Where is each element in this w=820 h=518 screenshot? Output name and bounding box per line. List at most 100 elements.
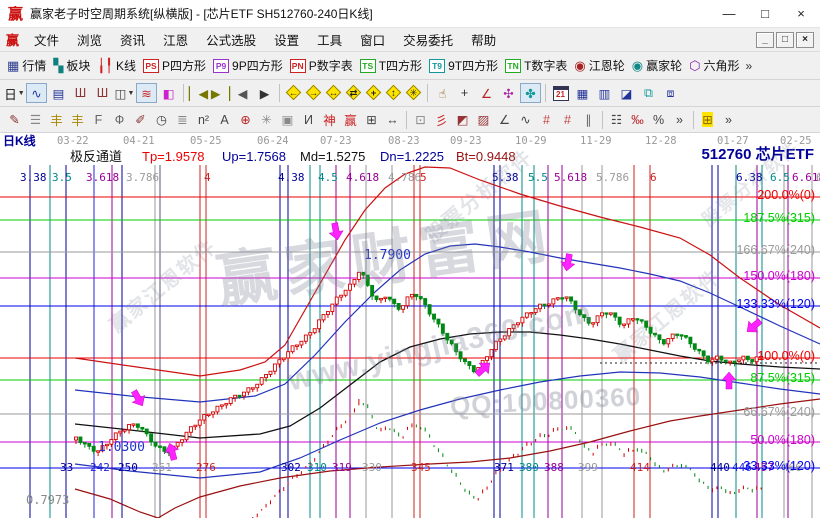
tb3-gann-fan-button[interactable]: 彡 xyxy=(431,110,452,130)
tb1-p-square-button[interactable]: PSP四方形 xyxy=(140,55,209,76)
menu-items: 文件浏览资讯江恩公式选股设置工具窗口交易委托帮助 xyxy=(25,28,505,51)
tb3-shen-tool-button[interactable]: 神 xyxy=(319,110,340,130)
tb1-kline-button[interactable]: ╽╿K线 xyxy=(94,55,139,76)
minimize-button[interactable]: — xyxy=(718,6,740,21)
expand-icon: + xyxy=(371,88,377,99)
tb2-first-bar-button[interactable]: ▏◀ xyxy=(188,83,209,103)
tb2-gann-tool-button[interactable]: ✣ xyxy=(498,83,519,103)
tb2-jump-left-button[interactable]: ← xyxy=(284,83,303,103)
tb2-net-sync-button[interactable]: ⧉ xyxy=(638,83,659,103)
tb2-period-day-button[interactable]: 日▼ xyxy=(4,83,25,103)
tb1-9p-square-button[interactable]: P99P四方形 xyxy=(210,55,286,76)
tb3-hline-tool-button[interactable]: ☰ xyxy=(25,110,46,130)
tb2-last-bar-button[interactable]: ▶▕ xyxy=(210,83,231,103)
tb3-gold-grid-button[interactable]: 丰 xyxy=(46,110,67,130)
tb2-jump-right-button[interactable]: → xyxy=(304,83,323,103)
menu-item-news[interactable]: 资讯 xyxy=(111,28,154,51)
tb1-winner-wheel-button[interactable]: ◉赢家轮 xyxy=(629,55,685,76)
tb2-remote-button[interactable]: ⧈ xyxy=(660,83,681,103)
tb2-jump-both-button[interactable]: ↔ xyxy=(324,83,343,103)
tb1-9t-square-button[interactable]: T99T四方形 xyxy=(426,55,501,76)
tb2-candle-style-button[interactable]: ◫▼ xyxy=(114,83,135,103)
menu-item-stock-picker[interactable]: 公式选股 xyxy=(197,28,265,51)
tb1-overflow-button[interactable]: » xyxy=(746,59,753,73)
menu-item-settings[interactable]: 设置 xyxy=(265,28,308,51)
tb2-center-view-button[interactable]: ✳ xyxy=(404,83,423,103)
separator xyxy=(183,84,184,102)
tb2-next-bar-button[interactable]: ▶ xyxy=(254,83,275,103)
tb2-angle-tool-button[interactable]: ∠ xyxy=(476,83,497,103)
tb2-save-button[interactable]: ◪ xyxy=(616,83,637,103)
tb3-yellow-grid-button[interactable]: ⊞ xyxy=(697,110,718,130)
tb2-swap-view-button[interactable]: ⇄ xyxy=(344,83,363,103)
tb2-prev-bar-button[interactable]: ◀ xyxy=(232,83,253,103)
tb1-quotes-button[interactable]: ▦行情 xyxy=(4,55,49,76)
tb3-red-grid-button[interactable]: # xyxy=(536,110,557,130)
tb2-bars-3-button[interactable]: Ш xyxy=(70,83,91,103)
tb1-t-table-button[interactable]: TNT数字表 xyxy=(502,55,570,76)
menu-item-file[interactable]: 文件 xyxy=(25,28,68,51)
tb2-vertical-fit-button[interactable]: ↕ xyxy=(384,83,403,103)
tb2-memo-button[interactable]: ▥ xyxy=(594,83,615,103)
menu-item-help[interactable]: 帮助 xyxy=(462,28,505,51)
pen-icon: ✎ xyxy=(9,112,19,127)
tb3-price-ruler-button[interactable]: ☷ xyxy=(606,110,627,130)
tb3-permille-button[interactable]: ‰ xyxy=(627,110,648,130)
menu-item-window[interactable]: 窗口 xyxy=(351,28,394,51)
menu-item-trade[interactable]: 交易委托 xyxy=(394,28,462,51)
tb1-sectors-button[interactable]: ▚板块 xyxy=(50,55,93,76)
tb3-parallel-lines-button[interactable]: ∥ xyxy=(578,110,599,130)
tb2-overlay-wave-button[interactable]: ∿ xyxy=(26,83,47,103)
tb1-t-square-button[interactable]: TST四方形 xyxy=(357,55,425,76)
tb2-bars-9-button[interactable]: Ш xyxy=(92,83,113,103)
tb2-calculator-button[interactable]: ▦ xyxy=(572,83,593,103)
tb1-gann-wheel-button[interactable]: ◉江恩轮 xyxy=(571,55,627,76)
tb2-volume-flag-button[interactable]: ◧ xyxy=(158,83,179,103)
tb3-gold-grid-2-button[interactable]: 丰 xyxy=(67,110,88,130)
tb3-percent-button[interactable]: % xyxy=(648,110,669,130)
menu-item-browse[interactable]: 浏览 xyxy=(68,28,111,51)
tb2-hand-tool-button[interactable]: ☝ xyxy=(432,83,453,103)
chart-area[interactable]: 赢家财富网www.yingjia360.comQQ:100800360赢家江恩软… xyxy=(0,133,820,518)
tb1-hexagon-button[interactable]: ⬡六角形 xyxy=(686,55,742,76)
menu-item-gann[interactable]: 江恩 xyxy=(154,28,197,51)
tb3-red-grid-2-button[interactable]: # xyxy=(557,110,578,130)
tb3-zigzag-button[interactable]: ∿ xyxy=(515,110,536,130)
tb3-fan-square-button[interactable]: ▨ xyxy=(473,110,494,130)
mdi-minimize-button[interactable]: _ xyxy=(756,32,774,48)
tb2-f10-info-button[interactable]: ▤ xyxy=(48,83,69,103)
tb2-chip-distribution-button[interactable]: ≋ xyxy=(136,83,157,103)
mdi-close-button[interactable]: × xyxy=(796,32,814,48)
time-clock-icon: ◷ xyxy=(156,112,167,127)
tb3-spiral-button[interactable]: Ф xyxy=(109,110,130,130)
tb3-pen-2-button[interactable]: ✐ xyxy=(130,110,151,130)
tb3-time-clock-button[interactable]: ◷ xyxy=(151,110,172,130)
tb3-pen-button[interactable]: ✎ xyxy=(4,110,25,130)
tb2-crosshair-tool-button[interactable]: + xyxy=(454,83,475,103)
tb3-fan-box-button[interactable]: ◩ xyxy=(452,110,473,130)
tb1-p-table-button[interactable]: PNP数字表 xyxy=(287,55,356,76)
tb3-star-cycle-button[interactable]: ✳ xyxy=(256,110,277,130)
tb3-text-tool-button[interactable]: A xyxy=(214,110,235,130)
tb3-f-ruler-button[interactable]: F xyxy=(88,110,109,130)
tb3-angle-lines-button[interactable]: ∠ xyxy=(494,110,515,130)
tb3-span-measure-button[interactable]: ↔ xyxy=(382,110,403,130)
tb3-square-grid-button[interactable]: ▣ xyxy=(277,110,298,130)
tb2-cycle-tool-button[interactable]: ✤ xyxy=(520,83,541,103)
mdi-restore-button[interactable]: □ xyxy=(776,32,794,48)
tb2-expand-button[interactable]: + xyxy=(364,83,383,103)
price-scale-tick: 5.38 xyxy=(492,172,519,184)
close-button[interactable]: × xyxy=(790,6,812,21)
tb3-more-2-button[interactable]: » xyxy=(718,110,739,130)
tb3-more-1-button[interactable]: » xyxy=(669,110,690,130)
tb3-hatch-lines-button[interactable]: ≣ xyxy=(172,110,193,130)
tb3-ying-tool-button[interactable]: 赢 xyxy=(340,110,361,130)
tb3-gann-frame-button[interactable]: ⊡ xyxy=(410,110,431,130)
menu-item-tools[interactable]: 工具 xyxy=(308,28,351,51)
tb3-n-square-button[interactable]: n² xyxy=(193,110,214,130)
tb2-calendar-button[interactable]: 21 xyxy=(550,83,571,103)
maximize-button[interactable]: □ xyxy=(754,6,776,21)
tb3-ruler-123-button[interactable]: ⊞ xyxy=(361,110,382,130)
tb3-wave-mark-button[interactable]: И xyxy=(298,110,319,130)
tb3-compass-button[interactable]: ⊕ xyxy=(235,110,256,130)
